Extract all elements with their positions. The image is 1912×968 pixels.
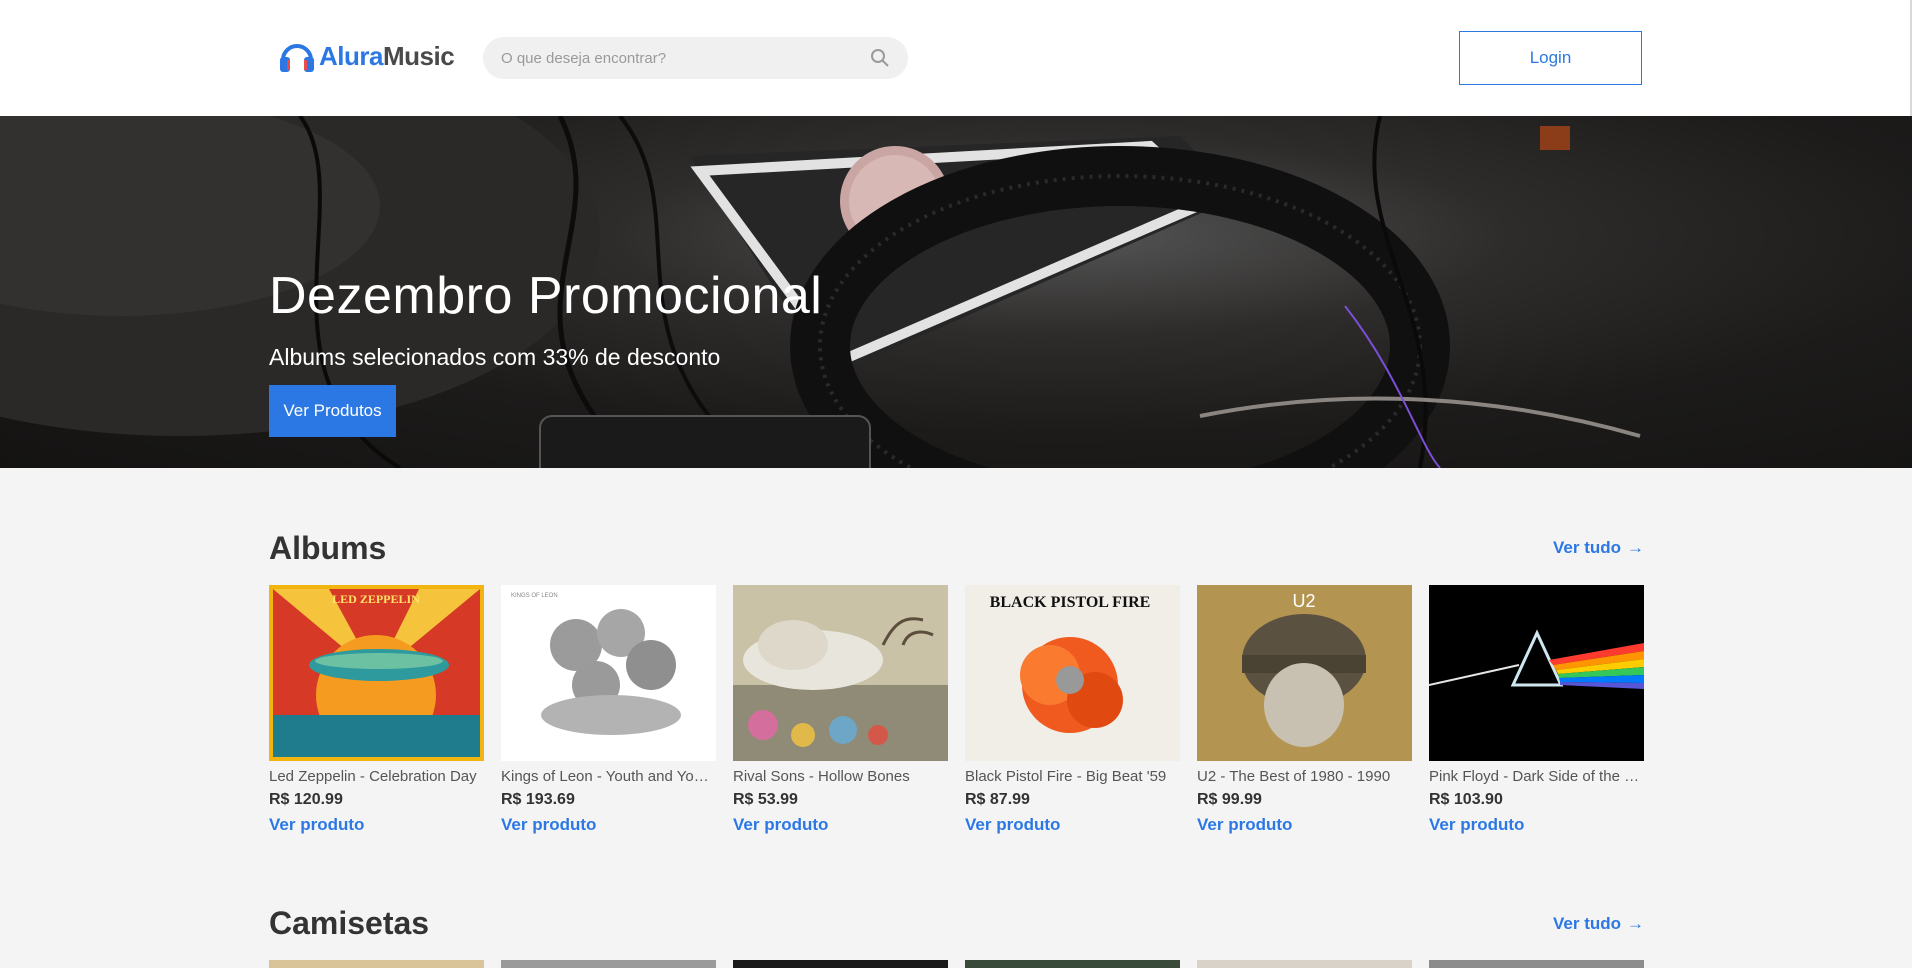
logo-text-music: Music <box>382 40 455 71</box>
logo[interactable]: AluraMusic <box>277 36 455 76</box>
album-price: R$ 99.99 <box>1197 791 1262 808</box>
shirt-card-image[interactable] <box>269 960 484 968</box>
cover-text: KINGS OF LEON <box>511 593 558 599</box>
albums-section-title: Albums <box>269 530 387 566</box>
album-name: Rival Sons - Hollow Bones <box>733 768 910 785</box>
shirt-card-image[interactable] <box>733 960 948 968</box>
arrow-right-icon: → <box>1627 914 1645 933</box>
shirts-list <box>269 960 1644 968</box>
ver-produto-link[interactable]: Ver produto <box>965 815 1180 835</box>
ver-produto-link[interactable]: Ver produto <box>1197 815 1412 835</box>
ver-produto-link[interactable]: Ver produto <box>1429 815 1644 835</box>
headphones-icon <box>280 44 314 72</box>
arrow-right-icon: → <box>1627 538 1645 557</box>
album-card[interactable]: Pink Floyd - Dark Side of the Moon R$ 10… <box>1429 585 1644 835</box>
cover-text: BLACK PISTOL FIRE <box>990 594 1151 611</box>
album-cover[interactable] <box>1429 585 1644 761</box>
shirt-card-image[interactable] <box>1197 960 1412 968</box>
album-card[interactable]: LED ZEPPELIN Led Zeppelin - Celebration … <box>269 585 484 835</box>
album-price: R$ 103.90 <box>1429 791 1503 808</box>
ver-produto-link[interactable]: Ver produto <box>733 815 948 835</box>
cover-text: U2 <box>1292 591 1315 611</box>
ver-produto-link[interactable]: Ver produto <box>501 815 716 835</box>
albums-list: LED ZEPPELIN Led Zeppelin - Celebration … <box>269 585 1644 835</box>
album-cover-art <box>1429 585 1644 761</box>
album-name: Pink Floyd - Dark Side of the Moon <box>1429 768 1644 785</box>
album-price: R$ 193.69 <box>501 791 575 808</box>
ver-produtos-button[interactable]: Ver Produtos <box>269 385 396 437</box>
search-icon[interactable] <box>870 48 890 68</box>
search-input[interactable] <box>501 49 870 67</box>
album-price: R$ 87.99 <box>965 791 1030 808</box>
album-price: R$ 53.99 <box>733 791 798 808</box>
album-cover-art: LED ZEPPELIN <box>269 585 484 761</box>
site-header: AluraMusic Login <box>0 0 1912 116</box>
album-cover-art: BLACK PISTOL FIRE <box>965 585 1180 761</box>
album-card[interactable]: KINGS OF LEON Kings of Leon - Youth and … <box>501 585 716 835</box>
hero-title: Dezembro Promocional <box>269 267 823 325</box>
album-cover[interactable]: KINGS OF LEON <box>501 585 716 761</box>
hero-subtitle: Albums selecionados com 33% de desconto <box>269 344 721 370</box>
album-cover-art: KINGS OF LEON <box>501 585 716 761</box>
shirt-card-image[interactable] <box>501 960 716 968</box>
search-bar <box>483 37 908 79</box>
logo-text: AluraMusic <box>319 40 455 72</box>
album-name: Black Pistol Fire - Big Beat '59 <box>965 768 1167 785</box>
album-card[interactable]: BLACK PISTOL FIRE Black Pistol Fire - Bi… <box>965 585 1180 835</box>
shirt-card-image[interactable] <box>965 960 1180 968</box>
albums-see-all-label: Ver tudo <box>1553 538 1622 557</box>
album-name: Led Zeppelin - Celebration Day <box>269 768 477 785</box>
album-cover-art: U2 <box>1197 585 1412 761</box>
shirt-card-image[interactable] <box>1429 960 1644 968</box>
album-card[interactable]: U2 U2 - The Best of 1980 - 1990 R$ 99.99… <box>1197 585 1412 835</box>
shirts-see-all-label: Ver tudo <box>1553 914 1622 933</box>
album-name: Kings of Leon - Youth and Young Manhood <box>501 768 716 785</box>
album-price: R$ 120.99 <box>269 791 343 808</box>
ver-produto-link[interactable]: Ver produto <box>269 815 484 835</box>
albums-see-all-link[interactable]: Ver tudo → <box>1553 538 1644 558</box>
album-cover[interactable] <box>733 585 948 761</box>
cover-text: LED ZEPPELIN <box>332 592 420 606</box>
shirts-see-all-link[interactable]: Ver tudo → <box>1553 914 1644 934</box>
login-button[interactable]: Login <box>1459 31 1642 85</box>
hero-banner: Dezembro Promocional Albums selecionados… <box>0 116 1912 468</box>
logo-text-alura: Alura <box>319 40 383 71</box>
album-cover-art <box>733 585 948 761</box>
album-cover[interactable]: U2 <box>1197 585 1412 761</box>
album-name: U2 - The Best of 1980 - 1990 <box>1197 768 1391 785</box>
album-cover[interactable]: LED ZEPPELIN <box>269 585 484 761</box>
shirts-section-title: Camisetas <box>269 905 430 941</box>
album-card[interactable]: Rival Sons - Hollow Bones R$ 53.99 Ver p… <box>733 585 948 835</box>
album-cover[interactable]: BLACK PISTOL FIRE <box>965 585 1180 761</box>
